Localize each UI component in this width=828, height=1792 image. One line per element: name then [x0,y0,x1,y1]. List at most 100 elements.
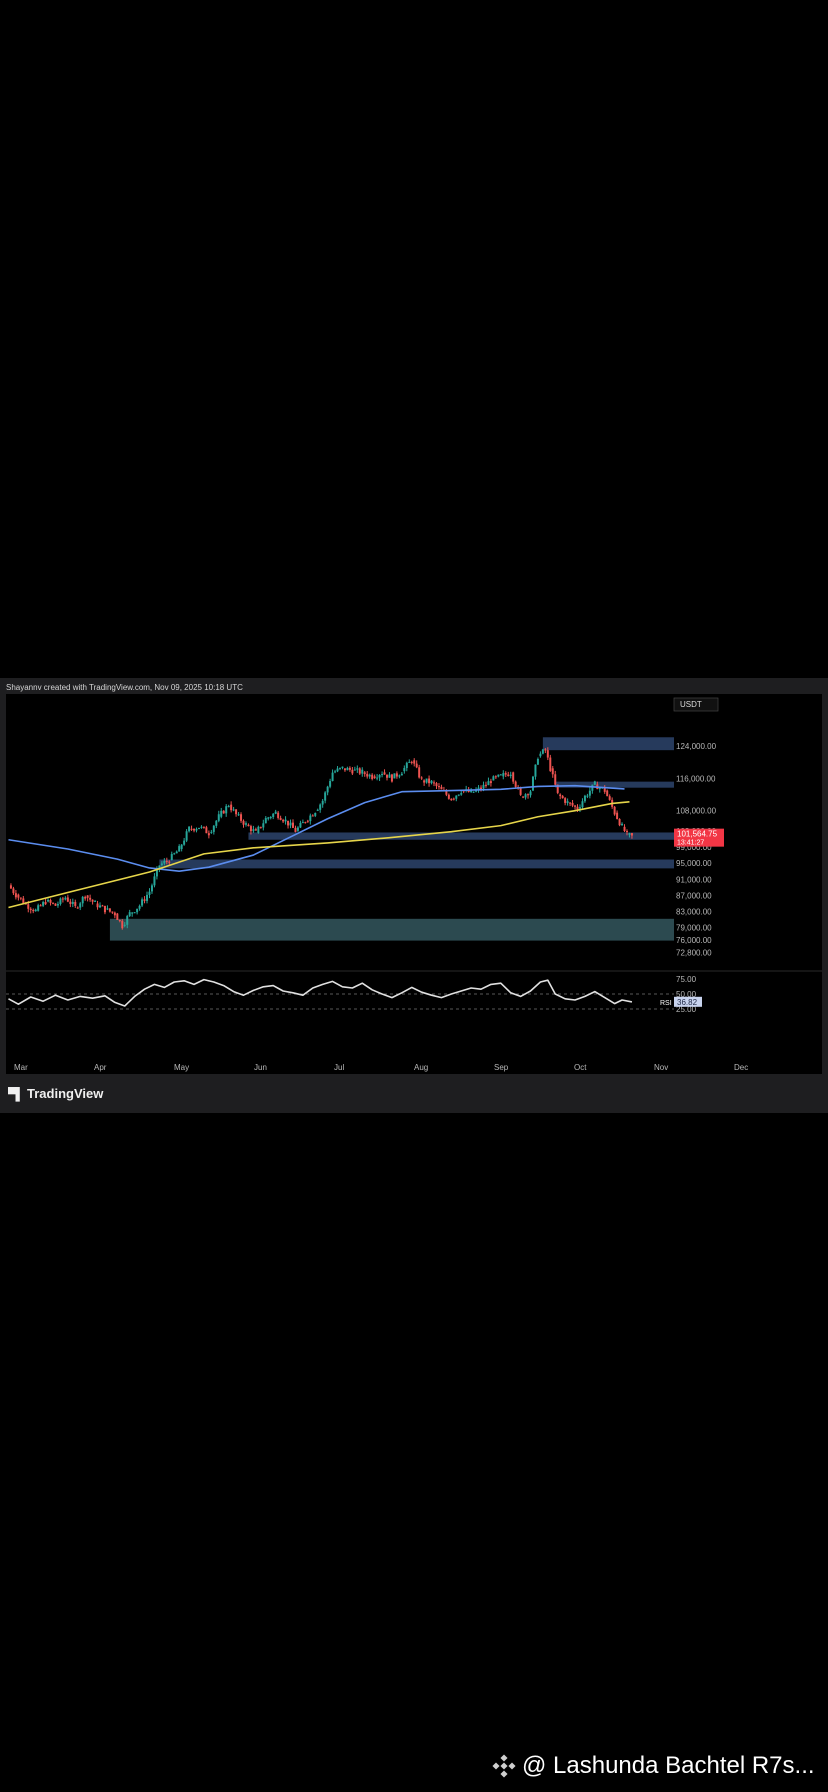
candle-body [546,750,549,758]
candle-body [254,829,257,831]
candle-body [586,795,589,797]
candle-body [143,899,146,901]
candle-body [504,773,507,775]
price-chart-svg[interactable]: 124,000.00116,000.00108,000.00103,000.00… [6,694,822,1074]
candle-body [623,826,626,832]
candle-body [386,774,389,778]
candle-body [29,908,32,910]
candle-body [207,833,210,836]
candle-body [190,828,193,830]
candle-body [433,782,436,784]
candle-body [551,768,554,775]
tradingview-logo-icon: ▀▌ [8,1086,24,1101]
brand-name: TradingView [27,1086,104,1101]
candle-body [108,908,111,912]
y-tick-label: 83,000.00 [676,908,712,917]
candle-body [235,809,238,815]
candle-body [455,795,458,799]
candle-body [339,767,341,769]
tradingview-logo[interactable]: ▀▌ TradingView [8,1086,103,1101]
candle-body [128,912,131,917]
candle-body [324,792,327,801]
candle-body [388,774,391,778]
candle-body [514,781,517,787]
candle-body [220,810,223,817]
candle-body [168,861,171,863]
candle-body [309,815,312,822]
candle-body [188,826,191,832]
candle-body [502,773,505,777]
candle-body [215,820,218,826]
candle-body [321,800,324,805]
candle-body [197,827,200,829]
candle-body [291,822,294,828]
zone-4 [109,918,674,941]
y-tick-label: 72,800.00 [676,949,712,958]
candle-body [249,826,252,832]
candle-body [225,806,228,814]
x-tick-label: Apr [94,1063,107,1072]
candle-body [296,827,299,831]
candle-body [366,773,369,777]
candle-body [628,833,631,835]
candle-body [121,920,124,929]
candle-body [519,787,522,795]
candle-body [561,796,564,799]
candle-body [69,901,72,904]
candle-body [363,772,366,774]
candle-body [353,769,356,771]
candle-body [146,894,149,901]
x-tick-label: Aug [414,1063,428,1072]
candle-body [583,795,586,802]
candle-body [205,827,208,834]
candle-body [559,794,562,797]
candle-body [413,760,416,764]
candle-body [247,824,250,827]
candle-body [183,840,186,845]
candle-body [457,794,460,796]
candle-body [257,826,260,833]
candle-body [574,805,577,807]
candle-body [123,924,126,926]
candle-body [66,897,69,902]
candle-body [371,774,374,780]
x-tick-label: Mar [14,1063,28,1072]
candle-body [37,905,40,911]
zone-1 [555,781,674,788]
zone-3 [159,859,675,869]
candle-body [178,846,181,852]
candle-body [54,903,57,906]
x-tick-label: Jun [254,1063,267,1072]
candle-body [403,768,406,772]
candle-body [630,833,633,836]
candle-body [381,774,384,776]
candle-body [390,774,393,782]
candle-body [378,774,381,778]
candle-body [42,902,45,906]
candle-body [549,757,552,771]
candle-body [294,827,297,833]
candle-body [304,822,307,824]
candle-body [138,905,141,909]
candle-body [437,786,440,788]
y-tick-label: 124,000.00 [676,742,717,751]
candle-body [484,784,487,786]
chart-plot-area[interactable]: 124,000.00116,000.00108,000.00103,000.00… [6,694,822,1074]
candle-body [86,895,89,898]
candle-body [27,904,30,909]
binance-diamond-icon [492,1754,516,1778]
candle-body [329,781,332,787]
candle-body [180,844,183,850]
candle-body [47,899,50,902]
candle-body [356,768,359,770]
candle-body [141,899,144,906]
candle-body [71,901,74,904]
candle-body [334,771,337,773]
candle-body [564,798,567,803]
candle-body [497,774,500,777]
candle-body [544,749,547,751]
candle-body [460,793,463,795]
candle-body [81,896,84,904]
candle-body [522,796,525,798]
candle-body [232,809,235,811]
